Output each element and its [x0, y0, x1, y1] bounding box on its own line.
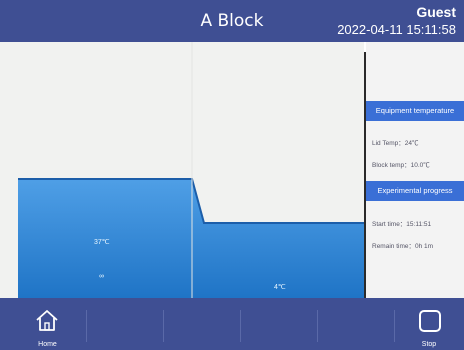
- lid-temp: Lid Temp：24℃: [372, 140, 419, 147]
- segment-1-temperature: 37℃: [94, 239, 110, 246]
- equipment-temperature-header: Equipment temperature: [366, 101, 464, 121]
- stop-icon: [419, 310, 441, 332]
- toolbar-separator: [163, 310, 164, 342]
- home-icon: [36, 310, 58, 331]
- bottom-toolbar: Home Stop: [0, 298, 464, 350]
- remain-time: Remain time：0h 1m: [372, 243, 434, 250]
- chart-svg: [18, 42, 364, 298]
- home-label: Home: [38, 341, 57, 348]
- datetime: 2022-04-11 15:11:58: [337, 22, 456, 37]
- status-panel: Equipment temperature Lid Temp：24℃ Block…: [366, 42, 464, 298]
- stop-button[interactable]: Stop: [394, 298, 464, 350]
- title-bar: A Block Guest 2022-04-11 15:11:58: [0, 0, 464, 42]
- profile-area: [18, 179, 364, 298]
- toolbar-separator: [240, 310, 241, 342]
- experimental-progress-header: Experimental progress: [366, 181, 464, 201]
- temperature-profile-chart: 37℃ ∞ 4℃: [0, 42, 364, 298]
- home-button[interactable]: Home: [9, 298, 86, 350]
- start-time: Start time：15:11:51: [372, 221, 432, 228]
- toolbar-separator: [86, 310, 87, 342]
- segment-1-hold: ∞: [99, 273, 104, 280]
- user-name[interactable]: Guest: [416, 4, 456, 20]
- segment-2-temperature: 4℃: [274, 284, 286, 291]
- block-temp: Block temp：10.0℃: [372, 162, 430, 169]
- toolbar-separator: [317, 310, 318, 342]
- stop-label: Stop: [421, 341, 437, 348]
